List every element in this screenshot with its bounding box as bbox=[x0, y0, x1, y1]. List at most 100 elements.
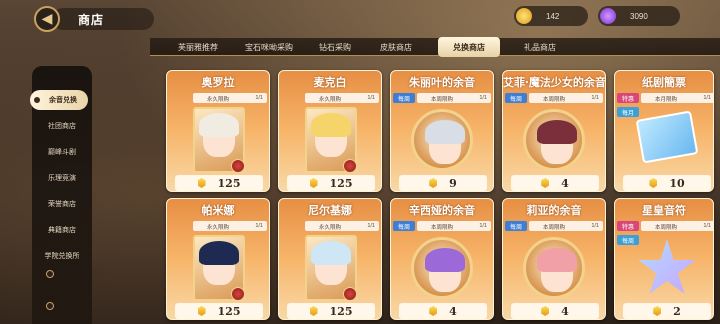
shop-item-card[interactable]: 奥罗拉 永久限购 1/1 125 bbox=[166, 70, 270, 192]
item-price: 9 bbox=[399, 175, 487, 191]
back-arrow-icon: ◀ bbox=[41, 11, 53, 27]
sidebar-item-label: 余音兑换 bbox=[49, 95, 77, 104]
sidebar-item-book[interactable]: 典籍商店 bbox=[32, 220, 92, 240]
shop-item-card[interactable]: 尼尔基娜 永久限购 1/1 125 bbox=[278, 198, 382, 320]
item-artwork bbox=[183, 235, 255, 305]
star-note-icon bbox=[638, 239, 696, 294]
character-hair bbox=[425, 248, 465, 272]
limit-count: 1/1 bbox=[479, 223, 487, 229]
price-value: 10 bbox=[669, 176, 685, 190]
portrait-frame bbox=[193, 235, 245, 301]
item-name: 星皇音符 bbox=[642, 204, 686, 217]
page-title-pill: 商店 bbox=[52, 8, 154, 30]
item-price: 10 bbox=[623, 175, 711, 191]
coin-icon bbox=[649, 178, 658, 188]
shop-item-card[interactable]: 艾菲·魔法少女的余音 每周 本周限购 1/1 4 bbox=[502, 70, 606, 192]
tab-gem[interactable]: 宝石咪呦采购 bbox=[236, 38, 302, 56]
item-name: 纸剧簡票 bbox=[642, 76, 686, 89]
limit-label: 本周限购 bbox=[431, 225, 454, 231]
purchase-limit: 本周限购 1/1 bbox=[529, 93, 603, 103]
sidebar-item-label: 荣誉商店 bbox=[48, 200, 76, 208]
tab-diamond[interactable]: 钻石采购 bbox=[310, 38, 360, 56]
tab-skin[interactable]: 皮肤商店 bbox=[368, 38, 424, 56]
purchase-limit: 本周限购 1/1 bbox=[417, 93, 491, 103]
limit-label: 本周限购 bbox=[431, 97, 454, 103]
item-price: 125 bbox=[287, 175, 375, 191]
limit-label: 本月限购 bbox=[655, 97, 678, 103]
character-hair bbox=[199, 241, 239, 265]
price-value: 125 bbox=[329, 304, 353, 318]
character-hair bbox=[425, 120, 465, 144]
shop-item-card[interactable]: 帕米娜 永久限购 1/1 125 bbox=[166, 198, 270, 320]
seal-icon bbox=[343, 159, 357, 173]
back-button[interactable]: ◀ bbox=[34, 6, 60, 32]
price-value: 4 bbox=[449, 304, 457, 318]
limit-count: 1/1 bbox=[255, 223, 263, 229]
item-price: 4 bbox=[511, 175, 599, 191]
gold-coin-icon bbox=[516, 8, 532, 24]
coin-icon bbox=[309, 306, 318, 316]
purchase-limit: 本周限购 1/1 bbox=[641, 221, 713, 231]
gold-currency[interactable]: 142 bbox=[514, 6, 588, 26]
item-price: 125 bbox=[175, 303, 263, 319]
limit-label: 永久限购 bbox=[319, 97, 342, 103]
sidebar-item-academy[interactable]: 学院兑换所 bbox=[32, 246, 92, 266]
character-hair bbox=[311, 241, 351, 265]
item-tag-badge: 每周 bbox=[505, 93, 527, 103]
price-value: 125 bbox=[217, 304, 241, 318]
item-price: 125 bbox=[287, 303, 375, 319]
sidebar-item-label: 社团商店 bbox=[48, 122, 76, 130]
echo-medal bbox=[523, 237, 585, 299]
item-artwork bbox=[631, 235, 703, 305]
sidebar-item-music[interactable]: 乐理竞演 bbox=[32, 168, 92, 188]
item-name: 莉亚的余音 bbox=[526, 204, 582, 217]
item-artwork bbox=[295, 235, 367, 305]
sidebar-item-honor[interactable]: 荣誉商店 bbox=[32, 194, 92, 214]
sidebar-ornament-icon bbox=[46, 270, 54, 278]
coin-icon bbox=[197, 178, 206, 188]
sidebar-item-label: 巅峰斗剧 bbox=[48, 148, 76, 156]
shop-item-card[interactable]: 莉亚的余音每周 本周限购 1/1 4 bbox=[502, 198, 606, 320]
item-tag-badge: 特惠 bbox=[617, 221, 639, 231]
coin-icon bbox=[541, 178, 550, 188]
limit-count: 1/1 bbox=[703, 95, 711, 101]
sidebar-item-echo[interactable]: 余音兑换 bbox=[30, 90, 88, 110]
coin-icon bbox=[197, 306, 206, 316]
shop-item-card[interactable]: 星皇音符 特惠 每周 本周限购 1/1 2 bbox=[614, 198, 714, 320]
shop-tabs: 芙丽雅推荐 宝石咪呦采购 钻石采购 皮肤商店 兑换商店 礼品商店 bbox=[150, 37, 720, 57]
tab-recommend[interactable]: 芙丽雅推荐 bbox=[170, 38, 226, 56]
item-name: 麦克白 bbox=[313, 76, 347, 89]
tab-exchange[interactable]: 兑换商店 bbox=[438, 37, 500, 57]
character-hair bbox=[537, 120, 577, 144]
limit-count: 1/1 bbox=[367, 223, 375, 229]
price-value: 9 bbox=[449, 176, 457, 190]
purchase-limit: 永久限购 1/1 bbox=[193, 93, 267, 103]
shop-item-card[interactable]: 麦克白 永久限购 1/1 125 bbox=[278, 70, 382, 192]
coin-icon bbox=[541, 306, 550, 316]
price-value: 2 bbox=[673, 304, 681, 318]
purchase-limit: 本月限购 1/1 bbox=[641, 93, 713, 103]
price-value: 125 bbox=[217, 176, 241, 190]
character-hair bbox=[537, 248, 577, 272]
sidebar-item-club[interactable]: 社团商店 bbox=[32, 116, 92, 136]
portrait-frame bbox=[305, 107, 357, 173]
item-artwork bbox=[295, 107, 367, 177]
shop-item-card[interactable]: 朱丽叶的余音 每周 本周限购 1/1 9 bbox=[390, 70, 494, 192]
item-price: 4 bbox=[511, 303, 599, 319]
shop-item-card[interactable]: 辛西娅的余音 每周 本周限购 1/1 4 bbox=[390, 198, 494, 320]
item-artwork bbox=[183, 107, 255, 177]
character-hair bbox=[311, 113, 351, 137]
limit-label: 本周限购 bbox=[543, 225, 566, 231]
sidebar-item-peak[interactable]: 巅峰斗剧 bbox=[32, 142, 92, 162]
sidebar-item-label: 乐理竞演 bbox=[48, 174, 76, 182]
portrait-frame bbox=[193, 107, 245, 173]
price-value: 4 bbox=[561, 176, 569, 190]
tab-gift[interactable]: 礼品商店 bbox=[512, 38, 568, 56]
crystal-currency[interactable]: 3090 bbox=[598, 6, 680, 26]
coin-icon bbox=[429, 178, 438, 188]
item-tag-badge: 每周 bbox=[505, 221, 527, 231]
coin-icon bbox=[309, 178, 318, 188]
shop-item-card[interactable]: 纸剧簡票 特惠 每月 本月限购 1/1 10 bbox=[614, 70, 714, 192]
purchase-limit: 永久限购 1/1 bbox=[193, 221, 267, 231]
purchase-limit: 本周限购 1/1 bbox=[529, 221, 603, 231]
